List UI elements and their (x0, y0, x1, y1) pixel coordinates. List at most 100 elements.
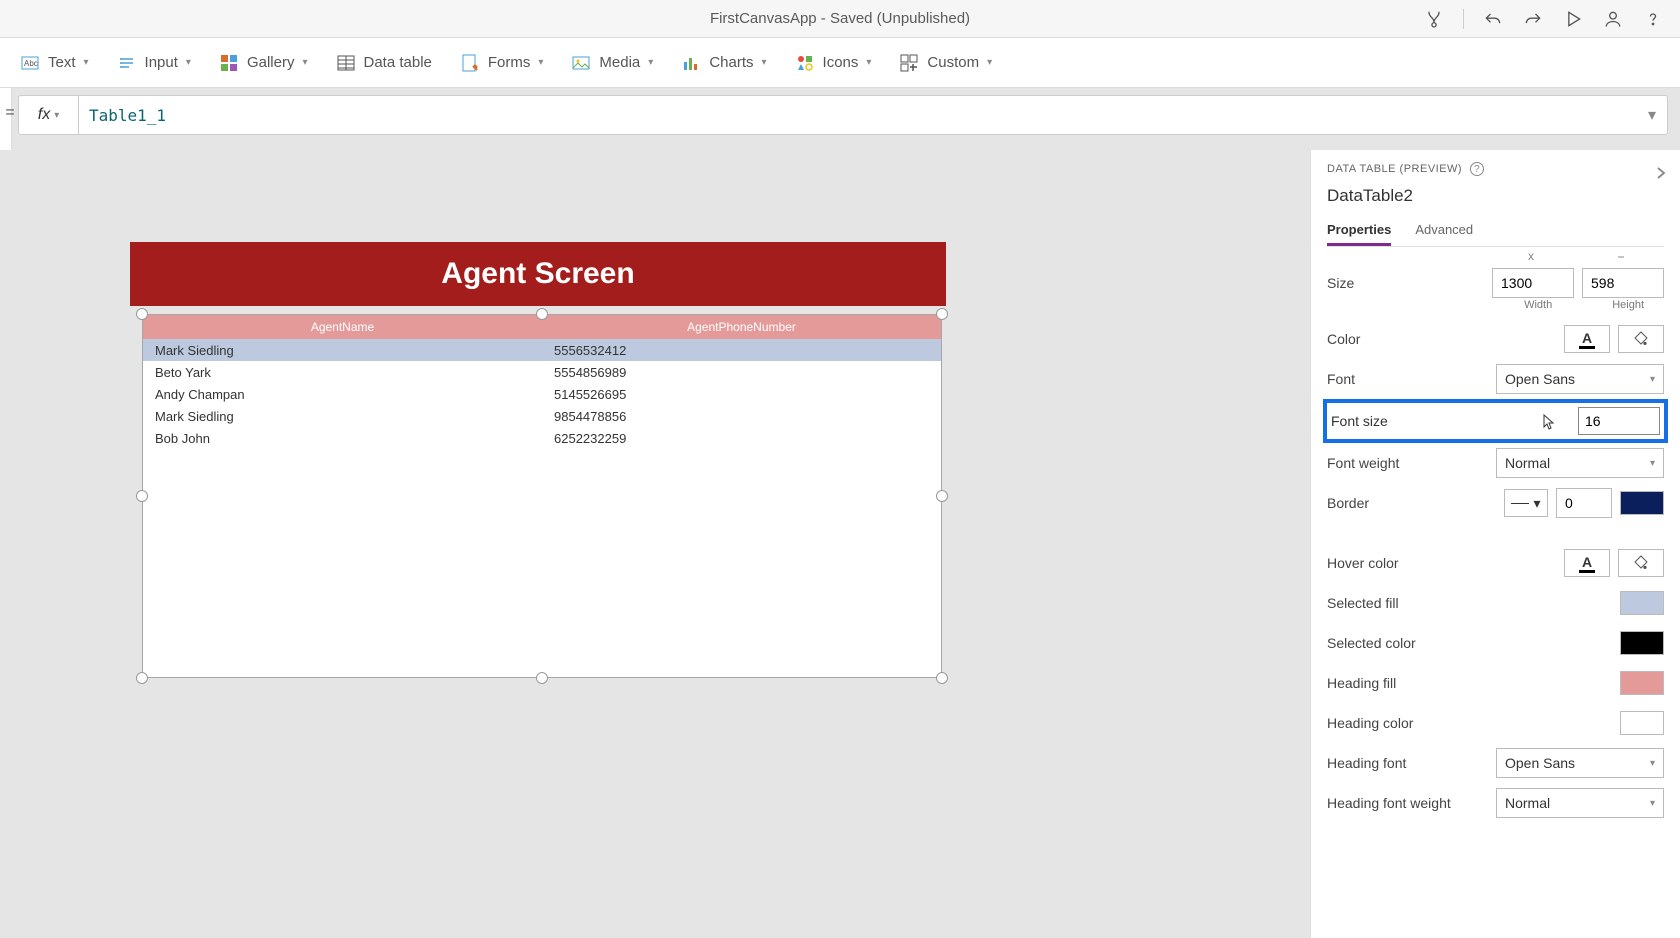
chevron-down-icon: ▾ (648, 57, 653, 68)
datatable-icon (336, 53, 356, 73)
cell-name: Bob John (143, 427, 542, 449)
ribbon-charts-label: Charts (709, 54, 753, 71)
font-weight-select[interactable]: Normal▾ (1496, 448, 1664, 478)
tab-advanced[interactable]: Advanced (1415, 222, 1473, 246)
chevron-down-icon: ▾ (302, 57, 307, 68)
ribbon-text[interactable]: Abc Text ▾ (20, 53, 89, 73)
prop-heading-fill: Heading fill (1327, 663, 1664, 703)
hover-fill-color-button[interactable] (1618, 549, 1664, 577)
formula-input[interactable] (79, 106, 1637, 125)
selected-color-swatch[interactable] (1620, 631, 1664, 655)
resize-handle[interactable] (136, 672, 148, 684)
table-row[interactable]: Andy Champan 5145526695 (143, 383, 941, 405)
table-row[interactable]: Mark Siedling 9854478856 (143, 405, 941, 427)
table-row[interactable]: Bob John 6252232259 (143, 427, 941, 449)
hover-text-color-button[interactable]: A (1564, 549, 1610, 577)
formula-fx-dropdown[interactable]: fx▾ (19, 96, 79, 134)
undo-icon[interactable] (1482, 8, 1504, 30)
health-icon[interactable] (1423, 8, 1445, 30)
heading-font-select[interactable]: Open Sans▾ (1496, 748, 1664, 778)
text-color-button[interactable]: A (1564, 325, 1610, 353)
canvas-area[interactable]: Agent Screen AgentName AgentPhoneNumber … (14, 150, 1310, 938)
prop-size: Size (1327, 263, 1664, 303)
selected-fill-swatch[interactable] (1620, 591, 1664, 615)
font-size-input[interactable] (1578, 407, 1660, 435)
ribbon-forms[interactable]: Forms▾ (460, 53, 544, 73)
heading-font-weight-select[interactable]: Normal▾ (1496, 788, 1664, 818)
datatable-control[interactable]: AgentName AgentPhoneNumber Mark Siedling… (142, 314, 942, 678)
border-width-input[interactable] (1556, 488, 1612, 518)
icons-icon (795, 53, 815, 73)
size-height-input[interactable] (1582, 268, 1664, 298)
font-select[interactable]: Open Sans▾ (1496, 364, 1664, 394)
custom-icon (899, 53, 919, 73)
chevron-down-icon: ▾ (987, 57, 992, 68)
border-color-swatch[interactable] (1620, 491, 1664, 515)
cell-phone: 5554856989 (542, 361, 941, 383)
heading-color-swatch[interactable] (1620, 711, 1664, 735)
resize-handle[interactable] (136, 490, 148, 502)
resize-handle[interactable] (936, 672, 948, 684)
cell-phone: 5145526695 (542, 383, 941, 405)
title-bar: FirstCanvasApp - Saved (Unpublished) (0, 0, 1680, 38)
size-width-input[interactable] (1492, 268, 1574, 298)
svg-text:Abc: Abc (24, 59, 38, 68)
ribbon-text-label: Text (48, 54, 76, 71)
chevron-down-icon: ▾ (1648, 105, 1656, 125)
prop-heading-color: Heading color (1327, 703, 1664, 743)
resize-handle[interactable] (536, 672, 548, 684)
ribbon-charts[interactable]: Charts▾ (681, 53, 766, 73)
ribbon-gallery-label: Gallery (247, 54, 295, 71)
prop-selected-fill: Selected fill (1327, 583, 1664, 623)
collapse-panel-icon[interactable] (1654, 166, 1668, 185)
gallery-icon (219, 53, 239, 73)
size-sub-labels: Width Height (1327, 299, 1664, 319)
chevron-down-icon: ▾ (186, 57, 191, 68)
heading-fill-swatch[interactable] (1620, 671, 1664, 695)
ribbon-input[interactable]: Input▾ (117, 53, 191, 73)
fill-color-button[interactable] (1618, 325, 1664, 353)
chevron-down-icon: ▾ (866, 57, 871, 68)
y-label: ⎯ (1618, 249, 1624, 264)
play-icon[interactable] (1562, 8, 1584, 30)
tab-properties[interactable]: Properties (1327, 222, 1391, 246)
ribbon-datatable-label: Data table (364, 54, 432, 71)
prop-selected-color: Selected color (1327, 623, 1664, 663)
col-header-agentphone[interactable]: AgentPhoneNumber (542, 315, 941, 339)
ribbon-gallery[interactable]: Gallery ▾ (219, 53, 308, 73)
chevron-down-icon: ▾ (1533, 495, 1540, 512)
prop-font-size-highlighted: Font size (1323, 399, 1668, 443)
person-icon[interactable] (1602, 8, 1624, 30)
ribbon-icons-label: Icons (823, 54, 859, 71)
ribbon-media[interactable]: Media▾ (571, 53, 653, 73)
ribbon-icons[interactable]: Icons ▾ (795, 53, 872, 73)
ribbon-custom[interactable]: Custom▾ (899, 53, 992, 73)
help-icon[interactable]: ? (1470, 162, 1484, 176)
resize-handle[interactable] (536, 308, 548, 320)
resize-handle[interactable] (936, 308, 948, 320)
prop-font: Font Open Sans▾ (1327, 359, 1664, 399)
border-style-select[interactable]: ▾ (1504, 489, 1548, 517)
control-type-label: DATA TABLE (PREVIEW) ? (1327, 162, 1664, 176)
prop-color: Color A (1327, 319, 1664, 359)
chevron-down-icon: ▾ (1650, 798, 1655, 809)
props-header: DATA TABLE (PREVIEW) ? DataTable2 Proper… (1311, 150, 1680, 247)
table-row[interactable]: Mark Siedling 5556532412 (143, 339, 941, 361)
table-row[interactable]: Beto Yark 5554856989 (143, 361, 941, 383)
chevron-down-icon: ▾ (84, 57, 89, 68)
help-icon[interactable] (1642, 8, 1664, 30)
redo-icon[interactable] (1522, 8, 1544, 30)
prop-font-weight: Font weight Normal▾ (1327, 443, 1664, 483)
screen-header: Agent Screen (130, 242, 946, 306)
cell-name: Mark Siedling (143, 339, 542, 361)
props-tabs: Properties Advanced (1327, 222, 1664, 247)
formula-expand[interactable]: ▾ (1637, 105, 1667, 125)
divider (1463, 9, 1464, 29)
resize-handle[interactable] (136, 308, 148, 320)
x-label: x (1528, 249, 1534, 263)
resize-handle[interactable] (936, 490, 948, 502)
col-header-agentname[interactable]: AgentName (143, 315, 542, 339)
formula-equals: = (3, 104, 17, 122)
prop-border: Border ▾ (1327, 483, 1664, 523)
ribbon-datatable[interactable]: Data table (336, 53, 432, 73)
